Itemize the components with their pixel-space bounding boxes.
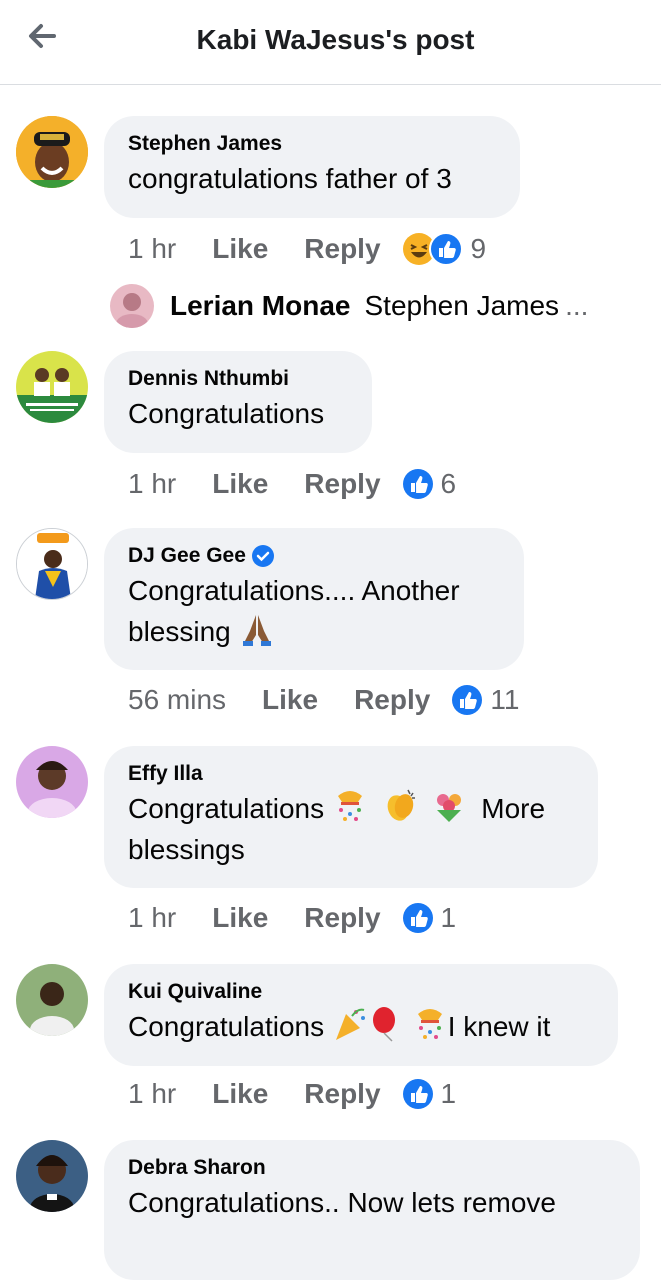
- like-button[interactable]: Like: [262, 684, 318, 716]
- commenter-name[interactable]: Stephen James: [128, 132, 496, 156]
- comment-text: Congratulations.... Another blessing: [128, 575, 460, 647]
- avatar-image: [16, 351, 88, 423]
- like-button[interactable]: Like: [212, 1078, 268, 1110]
- avatar[interactable]: [16, 1140, 88, 1212]
- like-reaction-icon: [452, 685, 483, 715]
- comment-time[interactable]: 56 mins: [128, 684, 226, 716]
- reaction-count: 1: [440, 1078, 457, 1109]
- reply-button[interactable]: Reply: [304, 233, 380, 265]
- reply-button[interactable]: Reply: [304, 1078, 380, 1110]
- confetti-emoji: [417, 1009, 442, 1039]
- folded-hands-emoji: [242, 615, 271, 646]
- reaction-summary[interactable]: 9: [402, 232, 487, 266]
- avatar-image: [16, 116, 88, 188]
- comment-bubble[interactable]: DJ Gee Gee Congratulations.... Another b…: [104, 528, 524, 670]
- reaction-count: 11: [490, 684, 520, 715]
- comment-text: Congratulations More blessings: [128, 788, 574, 870]
- reply-text: Stephen James: [364, 290, 560, 321]
- page-title: Kabi WaJesus's post: [196, 24, 475, 55]
- reaction-summary[interactable]: 1: [402, 1078, 457, 1110]
- top-bar: Kabi WaJesus's post: [0, 0, 661, 85]
- like-reaction-icon: [402, 469, 433, 499]
- comment-text: Congratulations: [128, 398, 325, 429]
- reaction-summary[interactable]: 11: [452, 684, 519, 716]
- comment-actions: 1 hr Like Reply 6: [128, 468, 456, 500]
- comment-bubble[interactable]: Debra Sharon Congratulations.. Now lets …: [104, 1140, 640, 1280]
- reply-button[interactable]: Reply: [304, 902, 380, 934]
- reaction-count: 9: [470, 233, 487, 264]
- clapping-emoji: [387, 789, 415, 821]
- comment-bubble[interactable]: Dennis Nthumbi Congratulations: [104, 351, 372, 453]
- comment-time[interactable]: 1 hr: [128, 1078, 176, 1110]
- like-reaction-icon: [428, 232, 463, 266]
- like-reaction-icon: [402, 1079, 433, 1109]
- avatar: [110, 284, 154, 328]
- commenter-name[interactable]: Effy Illa: [128, 762, 574, 786]
- comment-text: congratulations father of 3: [128, 163, 452, 194]
- reaction-summary[interactable]: 1: [402, 902, 457, 934]
- comment-text: Congratulations I knew it: [128, 1006, 594, 1047]
- reply-preview[interactable]: Lerian Monae Stephen James ...: [110, 284, 588, 328]
- comment-actions: 1 hr Like Reply 1: [128, 902, 456, 934]
- reply-more-ellipsis: ...: [565, 290, 589, 321]
- comment-time[interactable]: 1 hr: [128, 468, 176, 500]
- verified-badge-icon: [251, 545, 274, 567]
- bouquet-emoji: [437, 794, 462, 822]
- comment-bubble[interactable]: Kui Quivaline Congratulations I knew it: [104, 964, 618, 1066]
- avatar-image: [16, 746, 88, 818]
- reaction-count: 6: [440, 468, 457, 499]
- avatar-image: [16, 964, 88, 1036]
- comment-time[interactable]: 1 hr: [128, 902, 176, 934]
- comment-bubble[interactable]: Stephen James congratulations father of …: [104, 116, 520, 218]
- reaction-summary[interactable]: 6: [402, 468, 457, 500]
- avatar-image: [17, 529, 87, 599]
- reply-author-name[interactable]: Lerian Monae: [170, 290, 350, 322]
- comment-text: Congratulations.. Now lets remove: [128, 1187, 556, 1218]
- balloon-emoji: [372, 1007, 395, 1042]
- confetti-emoji: [337, 791, 362, 821]
- commenter-name[interactable]: DJ Gee Gee: [128, 544, 500, 568]
- like-button[interactable]: Like: [212, 902, 268, 934]
- party-popper-emoji: [335, 1008, 365, 1040]
- commenter-name[interactable]: Dennis Nthumbi: [128, 367, 348, 391]
- commenter-name[interactable]: Debra Sharon: [128, 1156, 616, 1180]
- reply-button[interactable]: Reply: [354, 684, 430, 716]
- avatar-image: [16, 1140, 88, 1212]
- like-button[interactable]: Like: [212, 233, 268, 265]
- avatar[interactable]: [16, 528, 88, 600]
- commenter-name[interactable]: Kui Quivaline: [128, 980, 594, 1004]
- reaction-count: 1: [440, 902, 457, 933]
- comment-actions: 1 hr Like Reply 9: [128, 232, 486, 266]
- like-reaction-icon: [402, 903, 433, 933]
- avatar[interactable]: [16, 351, 88, 423]
- reply-button[interactable]: Reply: [304, 468, 380, 500]
- comment-bubble[interactable]: Effy Illa Congratulations More blessings: [104, 746, 598, 888]
- comment-time[interactable]: 1 hr: [128, 233, 176, 265]
- avatar[interactable]: [16, 116, 88, 188]
- comment-actions: 56 mins Like Reply 11: [128, 684, 519, 716]
- avatar[interactable]: [16, 746, 88, 818]
- avatar[interactable]: [16, 964, 88, 1036]
- comment-actions: 1 hr Like Reply 1: [128, 1078, 456, 1110]
- like-button[interactable]: Like: [212, 468, 268, 500]
